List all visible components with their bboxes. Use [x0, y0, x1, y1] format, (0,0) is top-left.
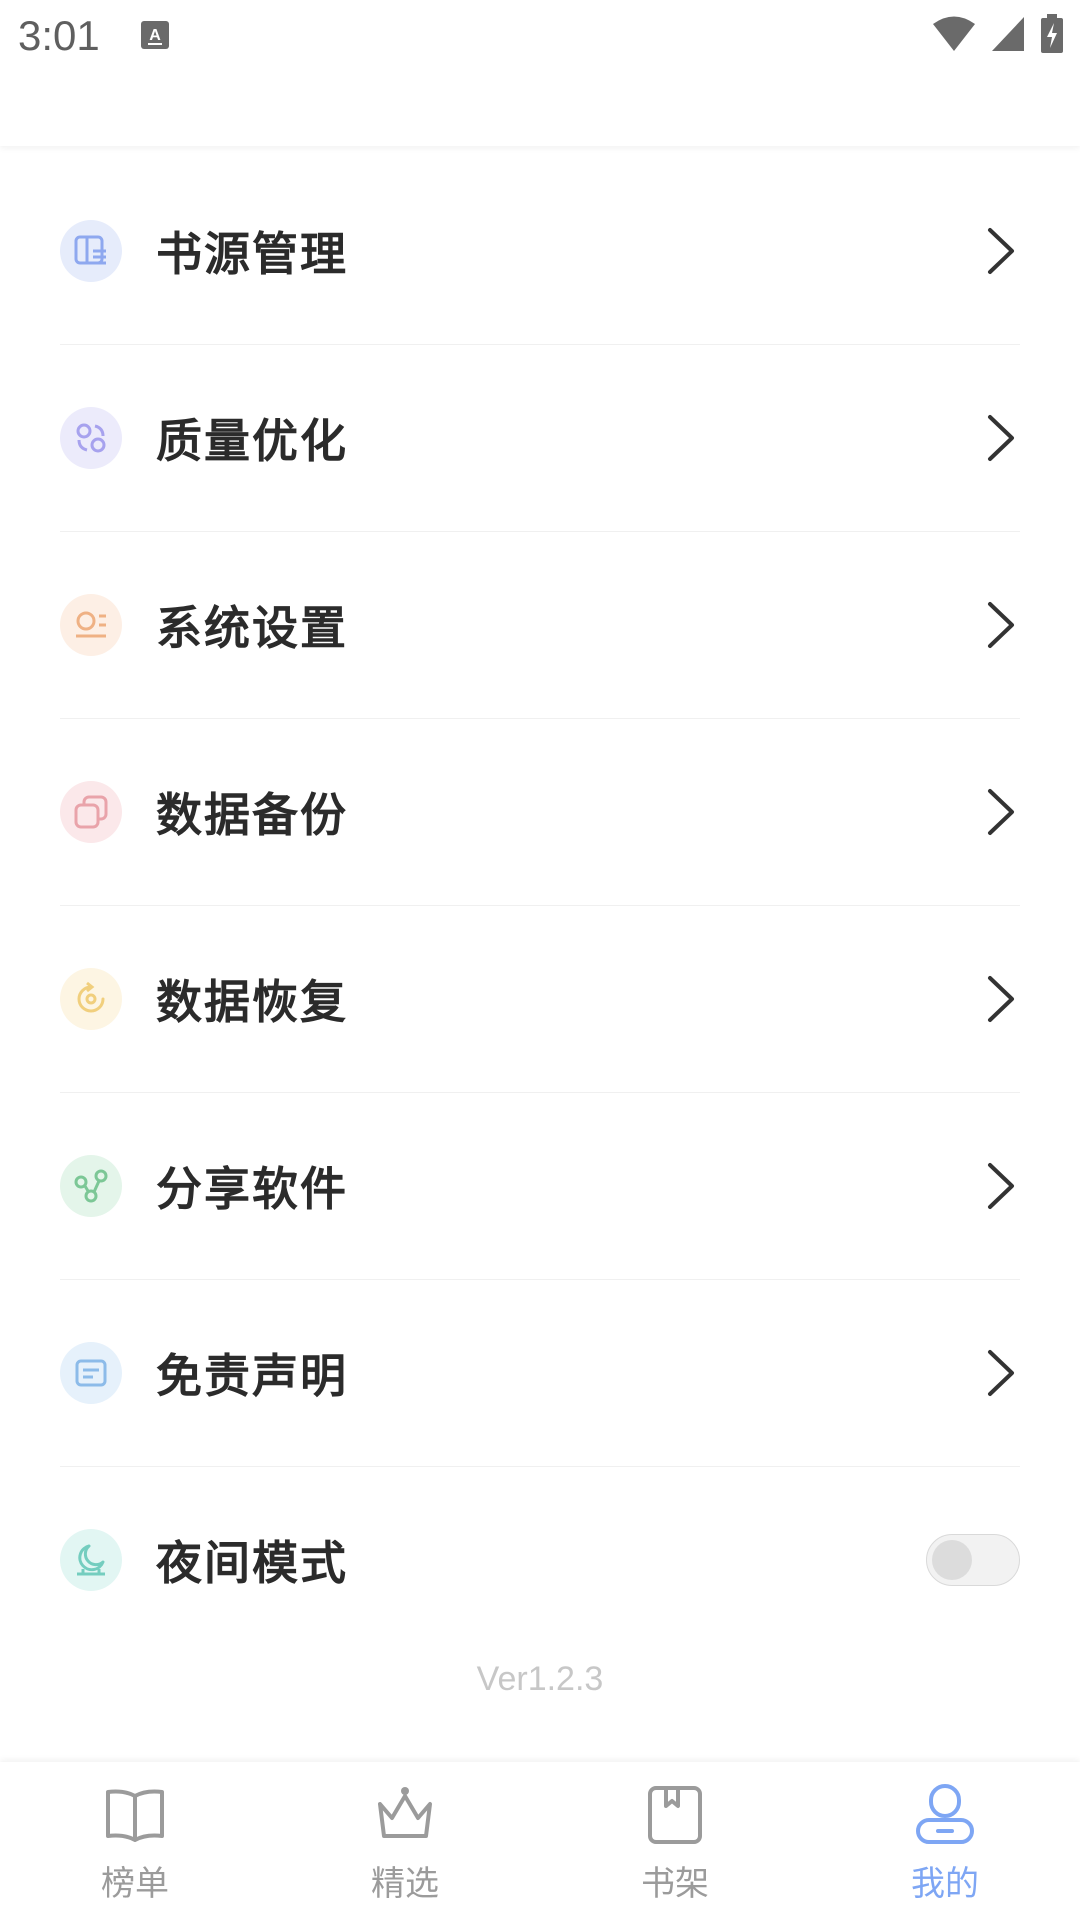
bookshelf-icon — [648, 1786, 702, 1844]
menu-item-label: 系统设置 — [156, 601, 348, 655]
disclaimer-icon — [60, 1342, 122, 1404]
menu-item-label: 夜间模式 — [156, 1536, 348, 1590]
menu-item-backup[interactable]: 数据备份 — [60, 719, 1020, 906]
chevron-right-icon — [988, 1350, 1014, 1396]
status-icons — [932, 14, 1064, 54]
profile-icon — [916, 1784, 974, 1844]
menu-item-restore[interactable]: 数据恢复 — [60, 906, 1020, 1093]
menu-item-label: 免责声明 — [156, 1349, 348, 1403]
menu-item-settings[interactable]: 系统设置 — [60, 532, 1020, 719]
nav-item-rankings[interactable]: 榜单 — [0, 1762, 270, 1920]
night-mode-toggle[interactable] — [926, 1534, 1020, 1586]
svg-text:A: A — [149, 27, 161, 44]
signal-icon — [992, 17, 1024, 51]
status-bar: 3:01 A — [0, 0, 1080, 146]
menu-item-label: 数据恢复 — [156, 975, 348, 1029]
nav-label: 我的 — [911, 1864, 979, 1904]
chevron-right-icon — [988, 415, 1014, 461]
wifi-icon — [933, 16, 975, 51]
menu-item-disclaimer[interactable]: 免责声明 — [60, 1280, 1020, 1467]
battery-charging-icon — [1041, 14, 1063, 53]
menu-item-night-mode: 夜间模式 — [60, 1467, 1020, 1653]
toggle-knob — [932, 1540, 972, 1580]
menu-item-label: 数据备份 — [156, 788, 348, 842]
nav-item-bookshelf[interactable]: 书架 — [540, 1762, 810, 1920]
optimize-icon — [60, 407, 122, 469]
chevron-right-icon — [988, 602, 1014, 648]
backup-icon — [60, 781, 122, 843]
crown-icon — [378, 1787, 432, 1838]
bottom-nav: 榜单 精选 书架 我的 — [0, 1762, 1080, 1920]
night-mode-icon — [60, 1529, 122, 1591]
menu-item-label: 质量优化 — [156, 414, 348, 468]
nav-label: 榜单 — [101, 1864, 169, 1904]
settings-menu: 书源管理 质量优化 系统设置 数据备份 数据恢复 分享软件 免责声明 夜间模式 — [0, 158, 1080, 1653]
chevron-right-icon — [988, 1163, 1014, 1209]
book-source-icon — [60, 220, 122, 282]
version-label: Ver1.2.3 — [476, 1660, 604, 1698]
chevron-right-icon — [988, 976, 1014, 1022]
restore-icon — [60, 968, 122, 1030]
menu-item-share[interactable]: 分享软件 — [60, 1093, 1020, 1280]
nav-label: 书架 — [641, 1864, 709, 1904]
nav-item-profile[interactable]: 我的 — [810, 1762, 1080, 1920]
menu-item-book-source[interactable]: 书源管理 — [60, 158, 1020, 345]
share-icon — [60, 1155, 122, 1217]
nav-label: 精选 — [371, 1864, 439, 1904]
menu-item-label: 分享软件 — [156, 1162, 348, 1216]
menu-item-label: 书源管理 — [156, 227, 348, 281]
chevron-right-icon — [988, 789, 1014, 835]
menu-item-quality[interactable]: 质量优化 — [60, 345, 1020, 532]
chevron-right-icon — [988, 228, 1014, 274]
nav-item-featured[interactable]: 精选 — [270, 1762, 540, 1920]
open-book-icon — [106, 1789, 164, 1842]
keyboard-a-icon: A — [141, 21, 169, 49]
settings-icon — [60, 594, 122, 656]
status-time: 3:01 — [18, 12, 100, 59]
